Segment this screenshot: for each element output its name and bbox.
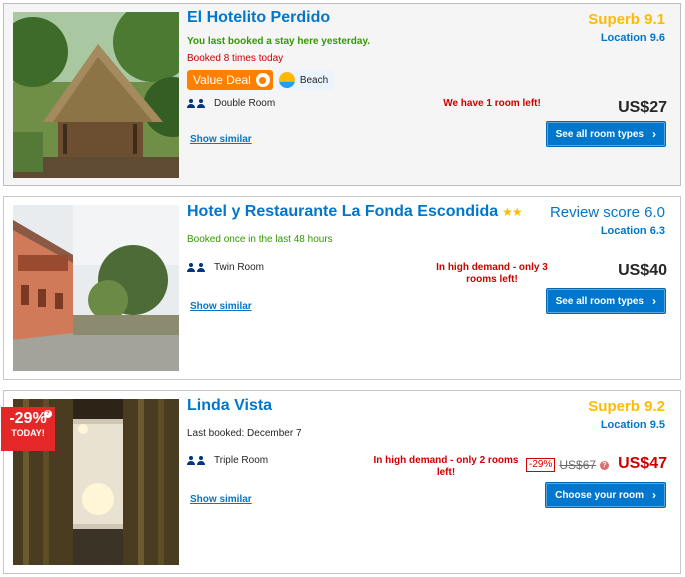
- booking-count: Booked once in the last 48 hours: [187, 234, 333, 245]
- booking-count: Booked 8 times today: [187, 53, 284, 64]
- room-type-label: Twin Room: [214, 262, 265, 273]
- availability-notice: We have 1 room left!: [443, 98, 541, 109]
- chevron-right-icon: ›: [652, 488, 656, 502]
- hotel-name-link[interactable]: El Hotelito Perdido: [187, 9, 330, 27]
- discount-percent-badge: -29%: [526, 458, 556, 472]
- original-price: US$67: [559, 458, 597, 472]
- see-all-room-types-button[interactable]: See all room types ›: [545, 288, 666, 314]
- listing-card[interactable]: Hotel y Restaurante La Fonda Escondida ★★…: [3, 196, 681, 380]
- occupancy-icon: [187, 263, 205, 272]
- choose-your-room-button[interactable]: Choose your room ›: [545, 482, 666, 508]
- beach-icon: [278, 72, 295, 88]
- button-label: Choose your room: [555, 489, 644, 501]
- show-similar-link[interactable]: Show similar: [190, 301, 252, 312]
- value-deal-badge[interactable]: Value Deal: [187, 70, 273, 90]
- last-booked-notice: You last booked a stay here yesterday.: [187, 36, 371, 47]
- show-similar-link[interactable]: Show similar: [190, 134, 252, 145]
- room-type: Twin Room: [187, 262, 264, 273]
- value-deal-icon: [255, 73, 270, 87]
- price: US$27: [618, 99, 667, 116]
- hotel-photo[interactable]: [13, 205, 179, 371]
- question-icon[interactable]: ?: [600, 460, 610, 470]
- room-type: Double Room: [187, 98, 275, 109]
- availability-notice: In high demand - only 2 rooms left!: [373, 455, 519, 478]
- price: US$40: [618, 262, 667, 279]
- star-rating-icon: ★★: [502, 205, 522, 219]
- last-booked-notice: Last booked: December 7: [187, 428, 302, 439]
- see-all-room-types-button[interactable]: See all room types ›: [545, 121, 666, 147]
- review-score[interactable]: Superb 9.1: [588, 11, 665, 28]
- location-score: Location 6.3: [600, 225, 665, 237]
- button-label: See all room types: [555, 295, 644, 307]
- discount-badge: -29% TODAY! ?: [1, 407, 55, 451]
- hotel-photo[interactable]: [13, 12, 179, 178]
- room-type-label: Double Room: [214, 98, 276, 109]
- deal-badges: Value Deal Beach: [187, 70, 335, 90]
- chevron-right-icon: ›: [652, 127, 656, 141]
- location-score: Location 9.6: [600, 32, 665, 44]
- hotel-name: Hotel y Restaurante La Fonda Escondida: [187, 203, 499, 220]
- button-label: See all room types: [555, 128, 644, 140]
- discount-badge-today: TODAY!: [11, 428, 45, 438]
- availability-notice: In high demand - only 3 rooms left!: [436, 262, 548, 285]
- room-type-label: Triple Room: [214, 455, 269, 466]
- location-score: Location 9.5: [600, 419, 665, 431]
- occupancy-icon: [187, 456, 205, 465]
- original-price-group: -29% US$67 ?: [526, 458, 610, 472]
- review-score[interactable]: Review score 6.0: [550, 204, 665, 221]
- price: US$47: [618, 455, 667, 472]
- listing-card[interactable]: -29% TODAY! ? Linda Vista Superb 9.2 Loc…: [1, 390, 681, 574]
- hotel-name-link[interactable]: Linda Vista: [187, 397, 272, 415]
- hotel-name-link[interactable]: Hotel y Restaurante La Fonda Escondida ★★: [187, 203, 523, 221]
- beach-badge: Beach: [276, 70, 335, 90]
- chevron-right-icon: ›: [652, 294, 656, 308]
- occupancy-icon: [187, 99, 205, 108]
- listing-card[interactable]: El Hotelito Perdido Superb 9.1 Location …: [3, 3, 681, 186]
- room-type: Triple Room: [187, 455, 268, 466]
- value-deal-label: Value Deal: [193, 73, 251, 87]
- info-icon[interactable]: ?: [44, 410, 52, 418]
- review-score[interactable]: Superb 9.2: [588, 398, 665, 415]
- show-similar-link[interactable]: Show similar: [190, 494, 252, 505]
- beach-label: Beach: [299, 74, 329, 86]
